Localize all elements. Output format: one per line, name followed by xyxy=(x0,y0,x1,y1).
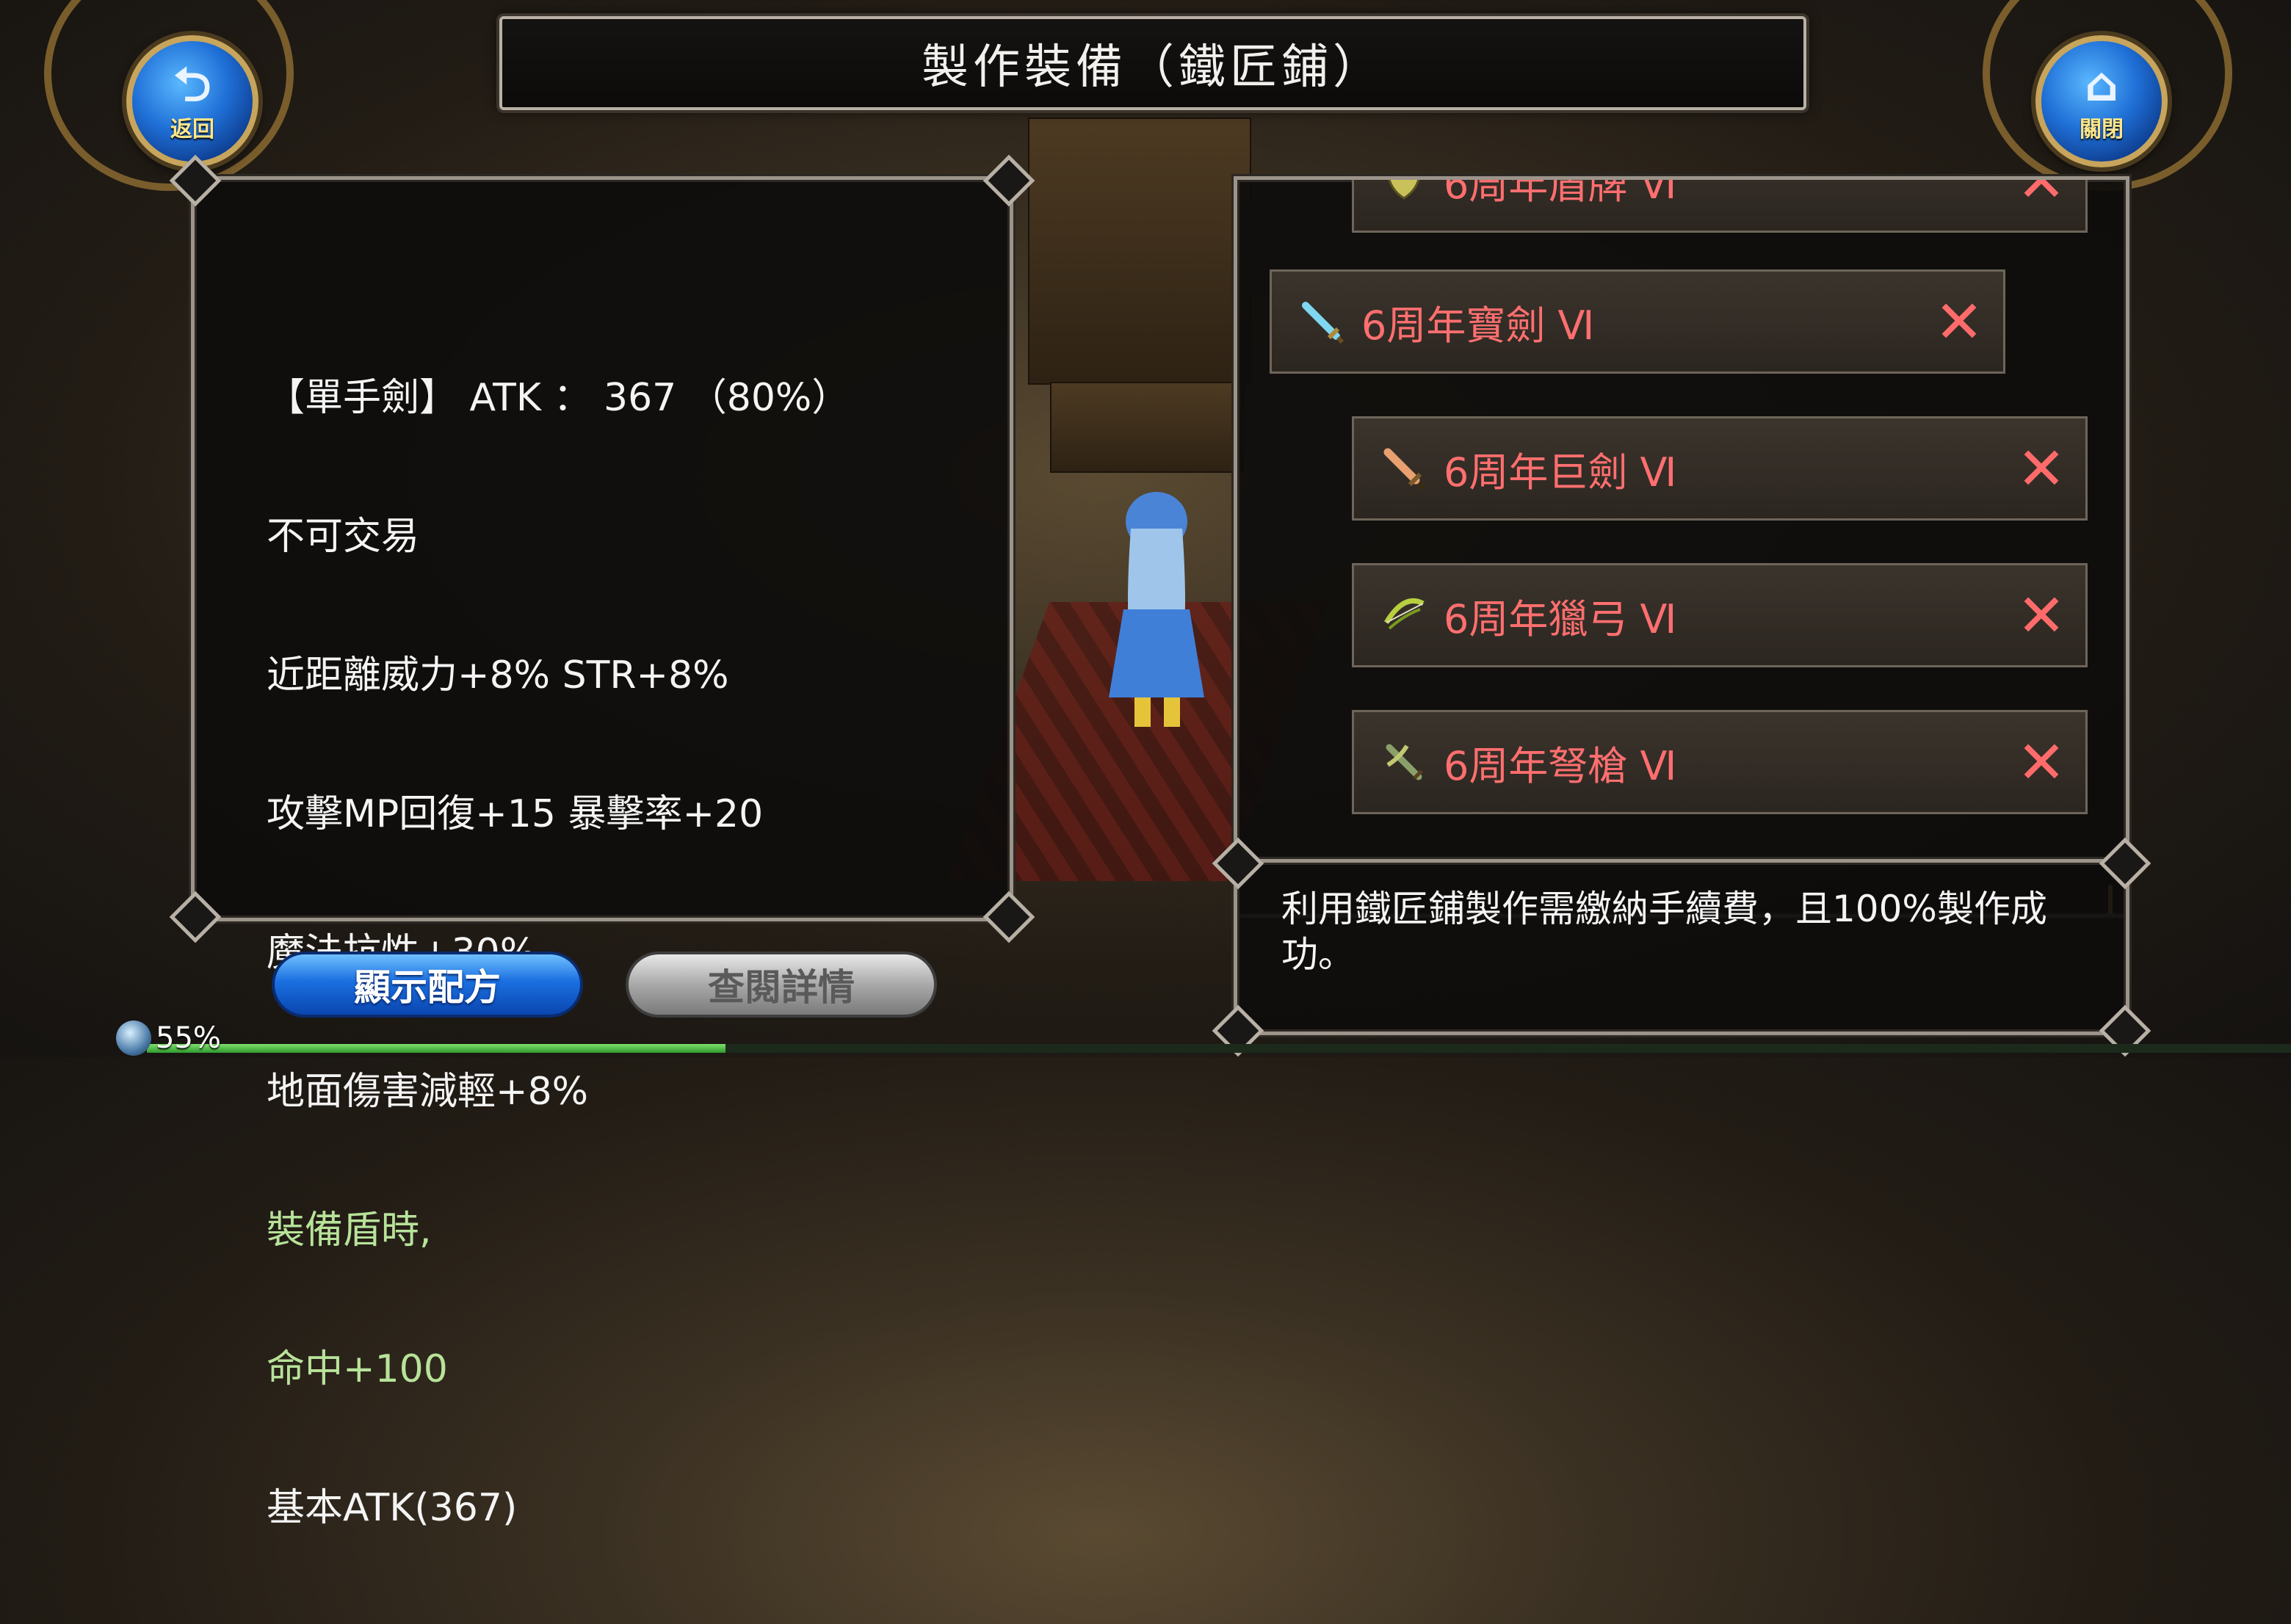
base-atk-line: 基本ATK(367) xyxy=(267,1486,518,1530)
unavailable-x-icon: ✕ xyxy=(2016,176,2066,215)
exp-bar-fill xyxy=(147,1044,726,1053)
list-item-selected[interactable]: 6周年寶劍 Ⅵ ✕ xyxy=(1270,269,2005,374)
item-name: 6周年巨劍 Ⅵ xyxy=(1444,449,1677,496)
close-button[interactable]: ⌂ 關閉 xyxy=(2035,35,2168,167)
table-decoration xyxy=(1050,382,1244,473)
status-percent: 55% xyxy=(156,1021,221,1055)
item-info-panel: 【單手劍】 ATK ： 367 （80%） 不可交易 近距離威力+8% STR+… xyxy=(169,154,1035,1530)
bow-icon xyxy=(1380,592,1427,639)
list-item[interactable]: 6周年巨劍 Ⅵ ✕ xyxy=(1352,416,2088,521)
item-name: 6周年寶劍 Ⅵ xyxy=(1361,302,1595,349)
conditional-stat-line: 裝備盾時, xyxy=(267,1208,432,1253)
title-bar: 製作裝備（鐵匠鋪） xyxy=(499,16,1806,110)
exp-bar xyxy=(147,1044,2291,1053)
list-item[interactable]: 6周年弩槍 Ⅵ ✕ xyxy=(1352,710,2088,814)
unavailable-x-icon: ✕ xyxy=(2016,434,2066,503)
status-indicator: 55% xyxy=(116,1021,221,1056)
stat-line: 地面傷害減輕+8% xyxy=(267,1070,589,1114)
item-name: 6周年獵弓 Ⅵ xyxy=(1444,595,1677,642)
crossbow-icon xyxy=(1380,739,1427,786)
page-title: 製作裝備（鐵匠鋪） xyxy=(922,40,1384,95)
back-button-label: 返回 xyxy=(170,117,214,142)
shelf-decoration xyxy=(1028,117,1251,385)
recipe-list-panel[interactable]: 6周年盾牌 Ⅵ ✕ 6周年寶劍 Ⅵ ✕ 6周年巨劍 Ⅵ ✕ 6周年獵弓 Ⅵ ✕ … xyxy=(1234,176,2129,918)
stat-line: 近距離威力+8% STR+8% xyxy=(267,653,729,697)
unavailable-x-icon: ✕ xyxy=(2016,728,2066,797)
sword-icon xyxy=(1298,298,1345,345)
shield-icon xyxy=(1380,180,1427,204)
view-details-button[interactable]: 查閱詳情 xyxy=(626,951,937,1018)
greatsword-icon xyxy=(1380,445,1427,492)
status-orb-icon xyxy=(116,1021,151,1056)
show-recipe-button[interactable]: 顯示配方 xyxy=(272,951,583,1018)
description-text: 利用鐵匠鋪製作需繳納手續費，且100%製作成功。 xyxy=(1281,888,2047,976)
list-item[interactable]: 6周年盾牌 Ⅵ ✕ xyxy=(1352,176,2088,233)
back-arrow-icon: ⮌ xyxy=(173,58,211,112)
stat-line: 【單手劍】 ATK ： 367 （80%） xyxy=(267,376,850,420)
stat-line: 不可交易 xyxy=(267,515,420,559)
item-name: 6周年盾牌 Ⅵ xyxy=(1444,176,1677,208)
unavailable-x-icon: ✕ xyxy=(2016,581,2066,650)
back-button[interactable]: ⮌ 返回 xyxy=(126,35,258,167)
list-item[interactable]: 6周年獵弓 Ⅵ ✕ xyxy=(1352,563,2088,667)
close-button-label: 關閉 xyxy=(2080,117,2124,142)
player-character xyxy=(1109,492,1204,727)
unavailable-x-icon: ✕ xyxy=(1934,287,1984,356)
description-panel: 利用鐵匠鋪製作需繳納手續費，且100%製作成功。 xyxy=(1212,837,2151,1057)
stat-line: 攻擊MP回復+15 暴擊率+20 xyxy=(267,792,764,836)
conditional-stat-line: 命中+100 xyxy=(267,1347,448,1391)
home-icon: ⌂ xyxy=(2085,58,2118,112)
item-name: 6周年弩槍 Ⅵ xyxy=(1444,742,1677,789)
